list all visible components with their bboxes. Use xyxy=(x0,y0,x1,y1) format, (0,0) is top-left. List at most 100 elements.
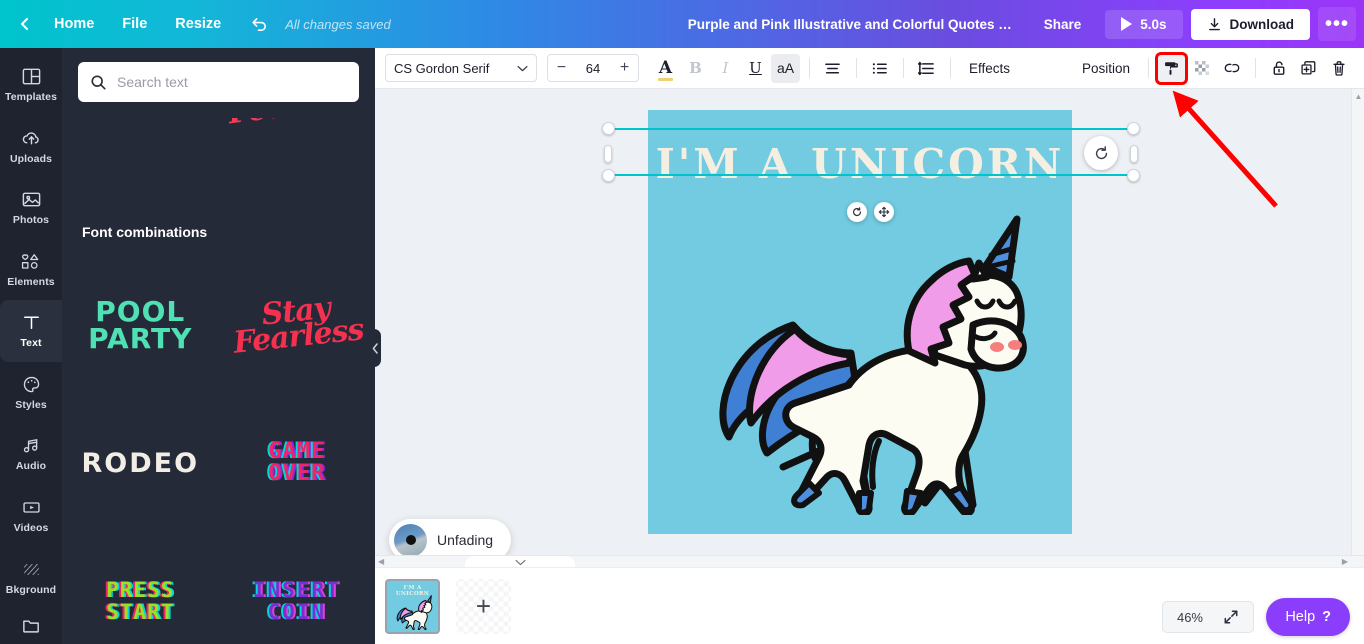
combo-preview-text: GAME OVER xyxy=(268,441,325,485)
move-cross-icon xyxy=(878,206,890,218)
rotate-element-button[interactable] xyxy=(847,202,867,222)
combo-game-over[interactable]: GAME OVER xyxy=(219,394,376,532)
sidebar-label: Videos xyxy=(14,522,49,534)
font-size-increase-button[interactable]: + xyxy=(611,55,638,81)
toolbar-divider xyxy=(1255,58,1256,78)
font-size-input[interactable] xyxy=(575,61,611,76)
resize-handle-top-left[interactable] xyxy=(602,122,615,135)
scroll-up-icon[interactable]: ▲ xyxy=(1354,92,1363,101)
toolbar-divider xyxy=(950,58,951,78)
duration-label: 5.0s xyxy=(1140,17,1166,32)
text-color-button[interactable]: A xyxy=(651,54,680,83)
resize-button[interactable]: Resize xyxy=(161,10,235,38)
sidebar-item-folder[interactable] xyxy=(0,608,62,644)
combo-rodeo[interactable]: RODEO xyxy=(62,394,219,532)
search-box[interactable] xyxy=(78,62,359,102)
background-hatch-icon xyxy=(21,559,42,580)
add-page-button[interactable]: + xyxy=(456,579,511,634)
play-triangle-icon xyxy=(1121,17,1132,31)
sidebar-item-templates[interactable]: Templates xyxy=(0,54,62,116)
combo-press-start[interactable]: PRESS START xyxy=(62,532,219,644)
undo-icon[interactable] xyxy=(243,9,275,39)
link-chain-icon xyxy=(1223,60,1241,76)
line-spacing-button[interactable] xyxy=(912,54,941,83)
font-family-select[interactable]: CS Gordon Serif xyxy=(385,54,537,82)
unicorn-illustration[interactable] xyxy=(673,205,1045,515)
zoom-control[interactable]: 46% xyxy=(1162,601,1254,633)
link-button[interactable] xyxy=(1217,54,1246,83)
move-element-button[interactable] xyxy=(874,202,894,222)
search-icon xyxy=(90,74,107,91)
sidebar-item-background[interactable]: Bkground xyxy=(0,546,62,608)
sidebar-item-videos[interactable]: Videos xyxy=(0,485,62,547)
chevron-down-icon xyxy=(517,65,528,72)
headline-text-element[interactable]: I'M A UNICORN xyxy=(648,140,1072,188)
sidebar-item-audio[interactable]: Audio xyxy=(0,423,62,485)
resize-handle-bottom-left[interactable] xyxy=(602,169,615,182)
italic-button[interactable]: I xyxy=(711,54,740,83)
delete-button[interactable] xyxy=(1324,54,1353,83)
text-align-button[interactable] xyxy=(818,54,847,83)
share-button[interactable]: Share xyxy=(1028,9,1098,40)
sidebar-item-text[interactable]: Text xyxy=(0,300,62,362)
font-size-decrease-button[interactable]: − xyxy=(548,55,575,81)
transparency-button[interactable] xyxy=(1187,54,1216,83)
canvas-vertical-scrollbar[interactable]: ▲ ▼ xyxy=(1351,89,1364,567)
text-color-a-icon: A xyxy=(659,60,672,77)
back-chevron-icon[interactable] xyxy=(10,9,40,39)
expand-arrows-icon[interactable] xyxy=(1223,609,1239,625)
page-thumbnail-1[interactable]: I'M A UNICORN xyxy=(385,579,440,634)
photo-image-icon xyxy=(21,189,42,210)
combo-line-2: START xyxy=(106,601,174,623)
combo-line-2: Fearless xyxy=(232,318,364,356)
effects-button[interactable]: Effects xyxy=(959,55,1020,82)
shuffle-refresh-button[interactable] xyxy=(1084,136,1118,170)
top-header-bar: Home File Resize All changes saved Purpl… xyxy=(0,0,1364,48)
search-input[interactable] xyxy=(117,74,347,90)
combo-insert-coin[interactable]: INSERT COIN xyxy=(219,532,376,644)
design-canvas-area[interactable]: I'M A UNICORN xyxy=(375,89,1364,567)
combo-stay-fearless[interactable]: Stay Fearless xyxy=(219,256,376,394)
combo-preview-text: Stay Fearless xyxy=(229,294,364,357)
lock-button[interactable] xyxy=(1264,54,1293,83)
combo-line-1: INSERT xyxy=(253,579,341,601)
peek-cell-left xyxy=(62,108,219,148)
more-options-button[interactable]: ••• xyxy=(1318,7,1356,41)
combo-row-3: PRESS START INSERT COIN xyxy=(62,532,375,644)
resize-handle-bottom-right[interactable] xyxy=(1127,169,1140,182)
zoom-level-label: 46% xyxy=(1177,610,1203,625)
sidebar-label: Templates xyxy=(5,91,57,103)
duplicate-page-icon xyxy=(1300,60,1317,77)
combo-row-2: RODEO GAME OVER xyxy=(62,394,375,532)
scroll-left-icon[interactable]: ◀ xyxy=(378,557,384,566)
present-play-button[interactable]: 5.0s xyxy=(1105,10,1182,39)
position-button[interactable]: Position xyxy=(1072,55,1140,82)
sidebar-item-uploads[interactable]: Uploads xyxy=(0,116,62,178)
resize-handle-right[interactable] xyxy=(1130,145,1138,163)
underline-button[interactable]: U xyxy=(741,54,770,83)
bold-button[interactable]: B xyxy=(681,54,710,83)
document-title[interactable]: Purple and Pink Illustrative and Colorfu… xyxy=(688,17,1018,32)
home-button[interactable]: Home xyxy=(40,10,108,38)
resize-handle-top-right[interactable] xyxy=(1127,122,1140,135)
panel-collapse-handle[interactable] xyxy=(369,329,381,367)
sidebar-item-photos[interactable]: Photos xyxy=(0,177,62,239)
resize-handle-left[interactable] xyxy=(604,145,612,163)
scroll-right-icon[interactable]: ▶ xyxy=(1342,557,1348,566)
combo-pool-party[interactable]: POOL PARTY xyxy=(62,256,219,394)
combo-line-2: PARTY xyxy=(88,325,192,352)
sidebar-item-styles[interactable]: Styles xyxy=(0,362,62,424)
letter-case-button[interactable]: aA xyxy=(771,54,800,83)
bullet-list-button[interactable] xyxy=(865,54,894,83)
download-button[interactable]: Download xyxy=(1191,9,1311,40)
help-button[interactable]: Help ? xyxy=(1266,598,1350,636)
file-menu-button[interactable]: File xyxy=(108,10,161,38)
chevron-left-icon xyxy=(372,343,379,354)
sidebar-label: Audio xyxy=(16,460,46,472)
rotate-handle-icon xyxy=(851,206,863,218)
artboard-page-1[interactable]: I'M A UNICORN xyxy=(648,110,1072,534)
duplicate-button[interactable] xyxy=(1294,54,1323,83)
copy-style-button[interactable] xyxy=(1157,54,1186,83)
sidebar-item-elements[interactable]: Elements xyxy=(0,239,62,301)
font-combination-grid: POOL PARTY Stay Fearless RODEO xyxy=(62,256,375,644)
